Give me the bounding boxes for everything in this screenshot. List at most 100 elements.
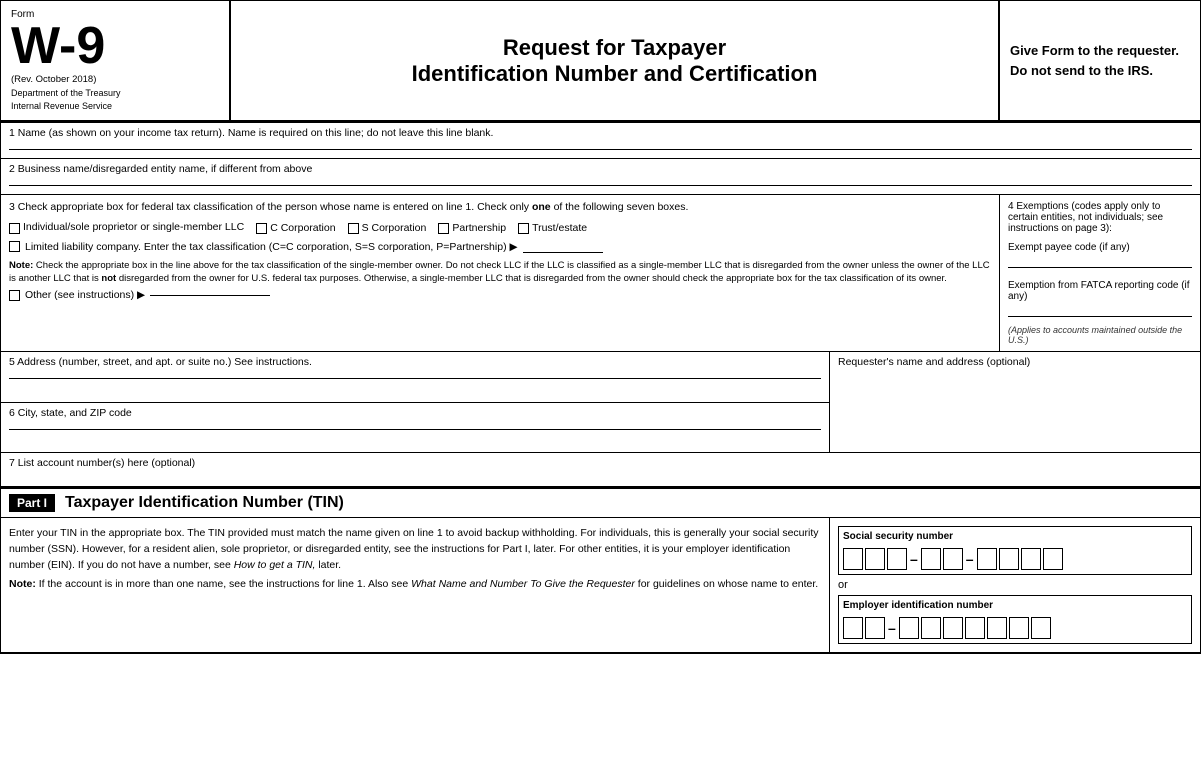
address-right: Requester's name and address (optional) bbox=[830, 352, 1200, 452]
ein-label: Employer identification number bbox=[843, 600, 1187, 611]
line1-label: 1 Name (as shown on your income tax retu… bbox=[9, 127, 1192, 139]
part-i-text1: Enter your TIN in the appropriate box. T… bbox=[9, 526, 821, 573]
form-w9-label: W-9 bbox=[11, 20, 105, 72]
individual-label: Individual/sole proprietor or single-mem… bbox=[23, 221, 244, 235]
part-i-header: Part I Taxpayer Identification Number (T… bbox=[1, 489, 1200, 518]
header-title: Request for Taxpayer Identification Numb… bbox=[412, 35, 818, 87]
ssn-group1 bbox=[843, 548, 907, 570]
ssn-cell-4[interactable] bbox=[921, 548, 941, 570]
checkbox-s-corp: S Corporation bbox=[348, 222, 427, 234]
other-text: Other (see instructions) ▶ bbox=[25, 289, 145, 301]
c-corp-checkbox[interactable] bbox=[256, 223, 267, 234]
ssn-cell-8[interactable] bbox=[1021, 548, 1041, 570]
requester-label: Requester's name and address (optional) bbox=[838, 356, 1192, 368]
checkbox-trust: Trust/estate bbox=[518, 222, 587, 234]
trust-checkbox[interactable] bbox=[518, 223, 529, 234]
ssn-label: Social security number bbox=[843, 531, 1187, 542]
checkbox-individual: Individual/sole proprietor or single-mem… bbox=[9, 221, 244, 235]
checkbox-c-corp: C Corporation bbox=[256, 222, 335, 234]
line5-field: 5 Address (number, street, and apt. or s… bbox=[1, 352, 829, 402]
s-corp-checkbox[interactable] bbox=[348, 223, 359, 234]
ein-box: Employer identification number – bbox=[838, 595, 1192, 644]
ein-cell-8[interactable] bbox=[1009, 617, 1029, 639]
llc-input[interactable] bbox=[523, 252, 603, 253]
ssn-dash1: – bbox=[910, 551, 918, 567]
part-i-note: Note: If the account is in more than one… bbox=[9, 577, 821, 593]
checkboxes-row: Individual/sole proprietor or single-mem… bbox=[9, 221, 991, 235]
header-right: Give Form to the requester. Do not send … bbox=[1000, 1, 1200, 120]
ein-cell-2[interactable] bbox=[865, 617, 885, 639]
header-left: Form W-9 (Rev. October 2018) Department … bbox=[1, 1, 231, 120]
part-i-description: Enter your TIN in the appropriate box. T… bbox=[1, 518, 830, 652]
line7-label: 7 List account number(s) here (optional) bbox=[9, 457, 1192, 469]
section-3-header: 3 Check appropriate box for federal tax … bbox=[9, 201, 991, 213]
ssn-cell-3[interactable] bbox=[887, 548, 907, 570]
section-3: 3 Check appropriate box for federal tax … bbox=[1, 195, 1000, 351]
individual-checkbox[interactable] bbox=[9, 223, 20, 234]
ssn-cell-5[interactable] bbox=[943, 548, 963, 570]
ein-cell-9[interactable] bbox=[1031, 617, 1051, 639]
ssn-cell-7[interactable] bbox=[999, 548, 1019, 570]
section4-label: 4 Exemptions (codes apply only to certai… bbox=[1008, 201, 1192, 234]
fatca-note: (Applies to accounts maintained outside … bbox=[1008, 325, 1192, 345]
line5-label: 5 Address (number, street, and apt. or s… bbox=[9, 356, 821, 368]
line2-label: 2 Business name/disregarded entity name,… bbox=[9, 163, 1192, 175]
partnership-checkbox[interactable] bbox=[438, 223, 449, 234]
ein-cell-5[interactable] bbox=[943, 617, 963, 639]
ssn-group2 bbox=[921, 548, 963, 570]
llc-checkbox[interactable] bbox=[9, 241, 20, 252]
fatca-label: Exemption from FATCA reporting code (if … bbox=[1008, 280, 1192, 302]
requester-field: Requester's name and address (optional) bbox=[830, 352, 1200, 452]
form-header: Form W-9 (Rev. October 2018) Department … bbox=[1, 1, 1200, 123]
llc-row: Limited liability company. Enter the tax… bbox=[9, 241, 991, 253]
ssn-group3 bbox=[977, 548, 1063, 570]
partnership-label: Partnership bbox=[452, 222, 506, 234]
line6-label: 6 City, state, and ZIP code bbox=[9, 407, 821, 419]
c-corp-label: C Corporation bbox=[270, 222, 335, 234]
part-i-badge: Part I bbox=[9, 494, 55, 512]
line2-input[interactable] bbox=[9, 185, 1192, 186]
ssn-box: Social security number – – bbox=[838, 526, 1192, 575]
line6-input[interactable] bbox=[9, 429, 821, 430]
ein-cell-6[interactable] bbox=[965, 617, 985, 639]
form-number: W-9 bbox=[11, 20, 219, 72]
note-section: Note: Check the appropriate box in the l… bbox=[9, 259, 991, 286]
s-corp-label: S Corporation bbox=[362, 222, 427, 234]
form-rev: (Rev. October 2018) bbox=[11, 74, 219, 85]
w9-form: Form W-9 (Rev. October 2018) Department … bbox=[0, 0, 1201, 654]
checkbox-partnership: Partnership bbox=[438, 222, 506, 234]
ssn-dash2: – bbox=[966, 551, 974, 567]
part-i-title: Taxpayer Identification Number (TIN) bbox=[65, 494, 344, 512]
other-checkbox[interactable] bbox=[9, 290, 20, 301]
ein-cell-7[interactable] bbox=[987, 617, 1007, 639]
ssn-cell-2[interactable] bbox=[865, 548, 885, 570]
ein-cell-1[interactable] bbox=[843, 617, 863, 639]
exempt-payee-input[interactable] bbox=[1008, 267, 1192, 268]
header-center: Request for Taxpayer Identification Numb… bbox=[231, 1, 1000, 120]
line1-input[interactable] bbox=[9, 149, 1192, 150]
ein-cell-4[interactable] bbox=[921, 617, 941, 639]
section-3-4: 3 Check appropriate box for federal tax … bbox=[1, 195, 1200, 352]
exempt-payee-label: Exempt payee code (if any) bbox=[1008, 242, 1192, 253]
trust-label: Trust/estate bbox=[532, 222, 587, 234]
line5-input[interactable] bbox=[9, 378, 821, 379]
ssn-fields: – – bbox=[843, 548, 1187, 570]
ssn-cell-1[interactable] bbox=[843, 548, 863, 570]
ssn-cell-9[interactable] bbox=[1043, 548, 1063, 570]
or-text: or bbox=[838, 579, 1192, 591]
line1-field: 1 Name (as shown on your income tax retu… bbox=[1, 123, 1200, 159]
address-section: 5 Address (number, street, and apt. or s… bbox=[1, 352, 1200, 453]
fatca-input[interactable] bbox=[1008, 316, 1192, 317]
ein-cell-3[interactable] bbox=[899, 617, 919, 639]
line6-field: 6 City, state, and ZIP code bbox=[1, 402, 829, 452]
ein-group1 bbox=[843, 617, 885, 639]
section-4: 4 Exemptions (codes apply only to certai… bbox=[1000, 195, 1200, 351]
line2-field: 2 Business name/disregarded entity name,… bbox=[1, 159, 1200, 195]
ein-group2 bbox=[899, 617, 1051, 639]
line7-field: 7 List account number(s) here (optional) bbox=[1, 453, 1200, 489]
other-input[interactable] bbox=[150, 295, 270, 296]
ssn-cell-6[interactable] bbox=[977, 548, 997, 570]
part-i-right: Social security number – – bbox=[830, 518, 1200, 652]
address-left: 5 Address (number, street, and apt. or s… bbox=[1, 352, 830, 452]
part-i-content: Enter your TIN in the appropriate box. T… bbox=[1, 518, 1200, 653]
